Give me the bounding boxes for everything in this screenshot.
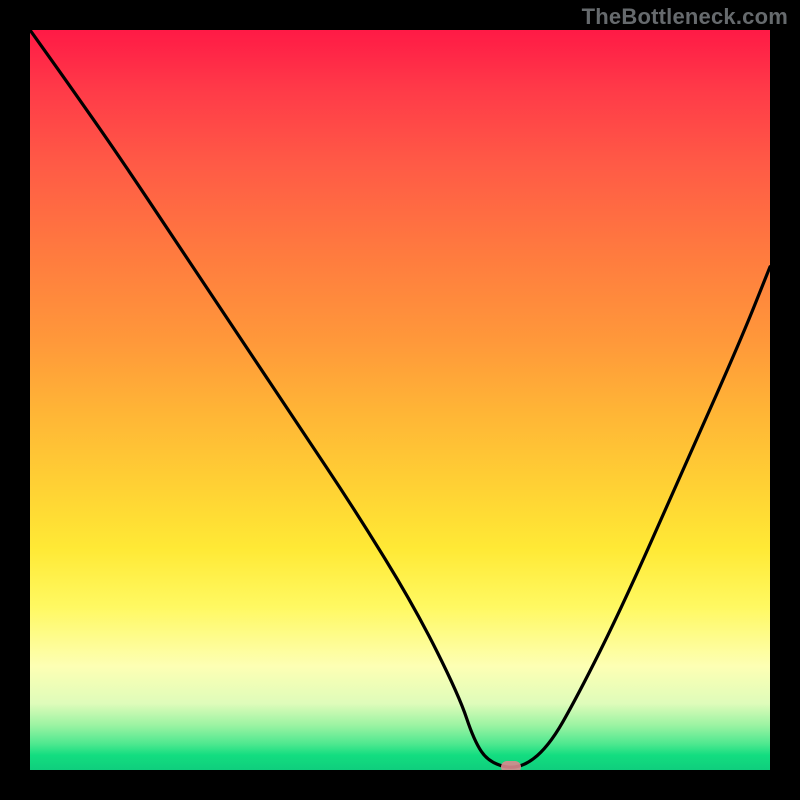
optimal-marker [501, 761, 521, 770]
plot-area [30, 30, 770, 770]
watermark-text: TheBottleneck.com [582, 4, 788, 30]
chart-frame: TheBottleneck.com [0, 0, 800, 800]
bottleneck-curve [30, 30, 770, 770]
